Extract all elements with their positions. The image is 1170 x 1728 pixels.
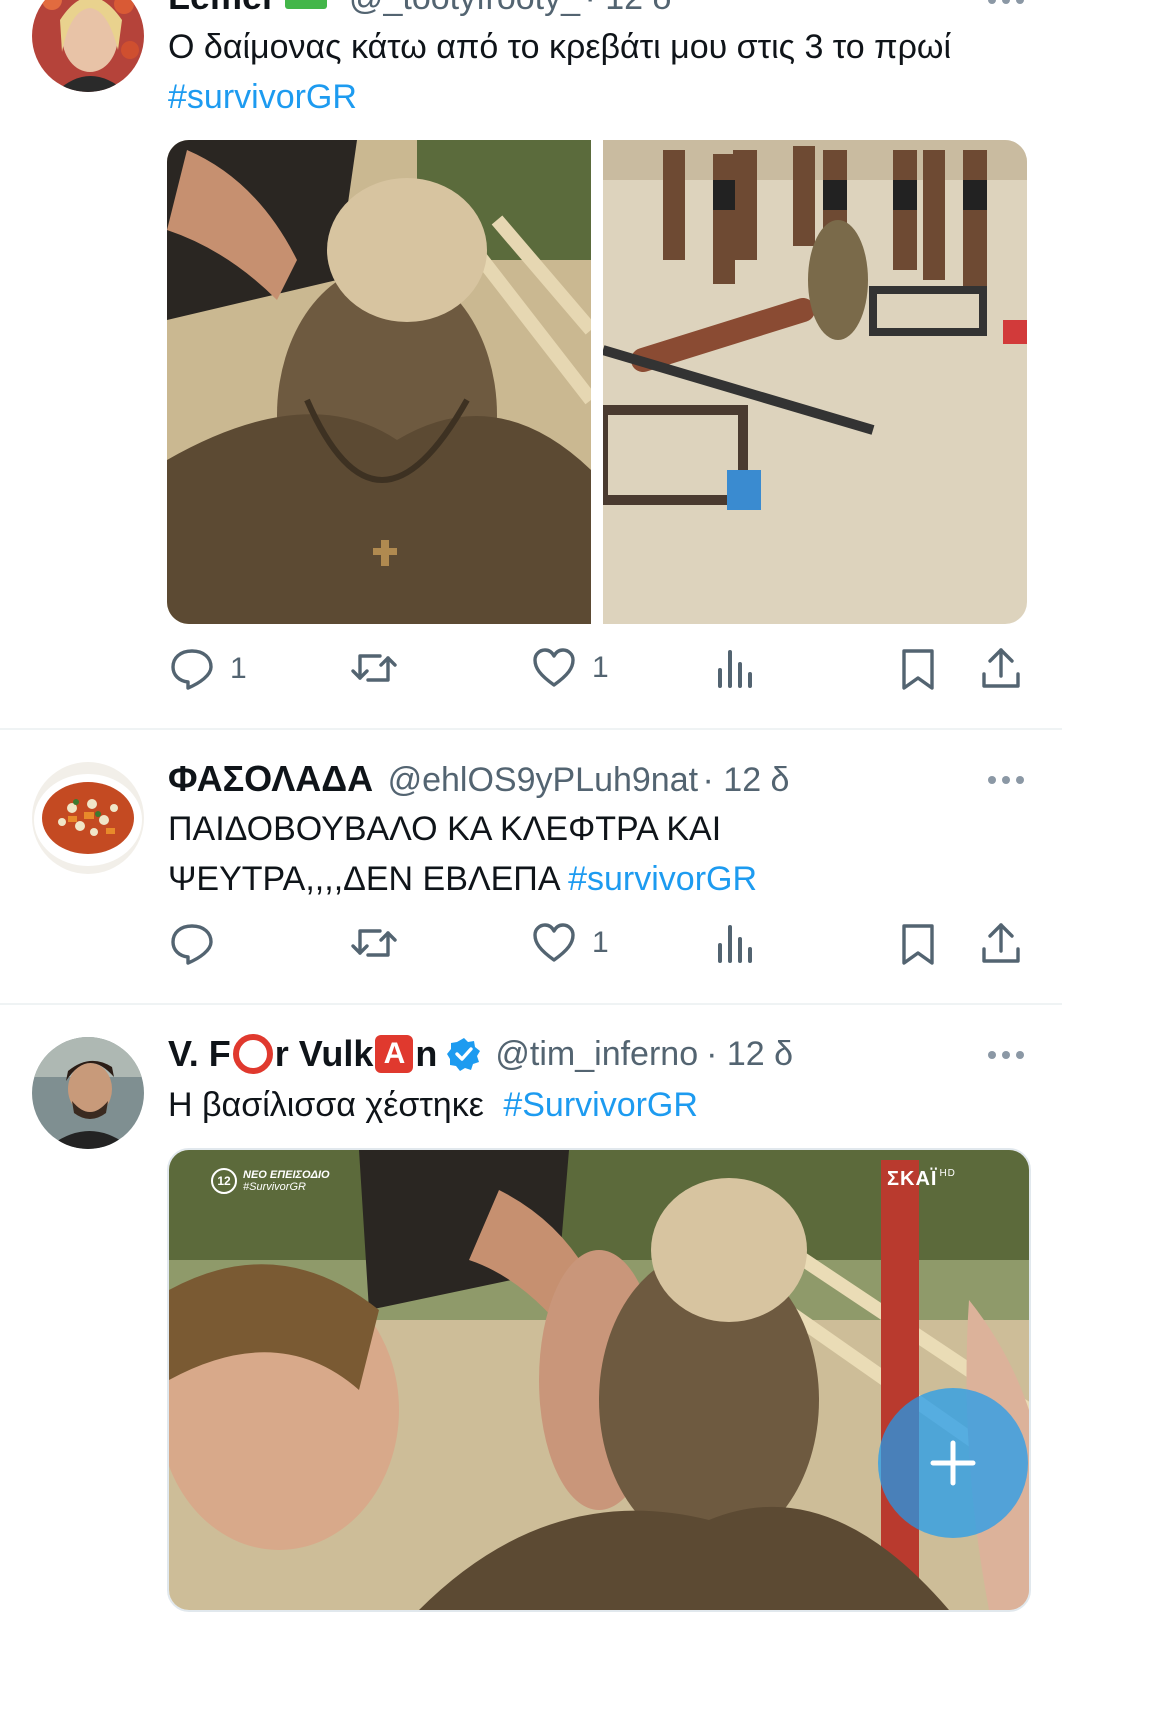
tweet-body-line1: ΠΑΙΔΟΒΟΥΒΑΛΟ ΚΑ ΚΛΕΦΤΡΑ ΚΑΙ (168, 810, 722, 848)
author-handle[interactable]: @_tootyfrooty_ (349, 0, 580, 17)
hashtag-link[interactable]: #survivorGR (168, 78, 357, 116)
hashtag-link[interactable]: #SurvivorGR (503, 1086, 698, 1124)
author-name[interactable]: Lemel (168, 0, 272, 17)
tweet-time[interactable]: · 12 δ (706, 1035, 793, 1074)
red-circle-emoji (232, 1034, 273, 1074)
like-button[interactable]: 1 (532, 648, 609, 688)
reply-icon (171, 924, 213, 965)
author-row: V. F r Vulk A n @tim_inferno · 12 δ (168, 1033, 793, 1075)
reply-button[interactable]: 1 (170, 648, 247, 690)
views-icon (718, 925, 752, 963)
video-frame (169, 1150, 1029, 1610)
compose-fab[interactable] (878, 1388, 1028, 1538)
author-row: ΦΑΣΟΛΑΔΑ @ehlOS9yPLuh9nat · 12 δ (168, 758, 789, 800)
tweet-text: Ο δαίμονας κάτω από το κρεβάτι μου στις … (168, 22, 1008, 122)
tweet-body: Ο δαίμονας κάτω από το κρεβάτι μου στις … (168, 28, 952, 66)
hashtag-link[interactable]: #survivorGR (568, 860, 757, 898)
share-icon (982, 923, 1020, 963)
video-overlay-line2: #SurvivorGR (243, 1181, 306, 1193)
more-options-icon[interactable] (988, 1051, 1024, 1059)
channel-hd: HD (939, 1168, 956, 1179)
video-overlay-line1: ΝΕΟ ΕΠΕΙΣΟΔΙΟ (243, 1169, 330, 1181)
author-name-part3[interactable]: n (415, 1033, 437, 1075)
verified-badge-icon (447, 1038, 481, 1071)
reply-count: 1 (230, 652, 247, 685)
tweet-body-line2-row: ΨΕΥΤΡΑ,,,,ΔΕΝ ΕΒΛΕΠΑ #survivorGR (168, 854, 1008, 904)
reply-button[interactable] (170, 923, 214, 965)
tweet-time[interactable]: · 12 δ (584, 0, 671, 17)
tweet-body: Η βασίλισσα χέστηκε (168, 1086, 484, 1124)
heart-icon (533, 648, 575, 687)
retweet-icon (351, 929, 397, 957)
channel-name: ΣΚΑΪ (887, 1168, 938, 1190)
views-icon (718, 650, 752, 688)
avatar[interactable] (32, 1037, 144, 1149)
author-handle[interactable]: @ehlOS9yPLuh9nat (388, 761, 699, 799)
bookmark-button[interactable] (900, 923, 936, 967)
heart-icon (533, 923, 575, 962)
share-button[interactable] (980, 646, 1022, 690)
views-button[interactable] (716, 923, 756, 965)
share-icon (982, 648, 1020, 688)
retweet-button[interactable] (350, 923, 398, 963)
avatar[interactable] (32, 762, 144, 874)
tweet-divider (0, 1003, 1062, 1005)
views-button[interactable] (716, 648, 756, 690)
flag-emoji (284, 0, 327, 9)
author-name[interactable]: ΦΑΣΟΛΑΔΑ (168, 758, 373, 799)
avatar[interactable] (32, 0, 144, 92)
bookmark-button[interactable] (900, 648, 936, 692)
reply-icon (171, 649, 213, 690)
author-row: Lemel @_tootyfrooty_ · 12 δ (168, 0, 671, 18)
like-count: 1 (592, 651, 609, 684)
retweet-button[interactable] (350, 648, 398, 688)
tweet-text: Η βασίλισσα χέστηκε #SurvivorGR (168, 1080, 1008, 1130)
tweet-divider (0, 728, 1062, 730)
like-count: 1 (592, 926, 609, 959)
tweet-body-line2: ΨΕΥΤΡΑ,,,,ΔΕΝ ΕΒΛΕΠΑ (168, 860, 559, 898)
a-button-emoji: A (375, 1035, 414, 1073)
more-options-icon[interactable] (988, 776, 1024, 784)
tweet-video[interactable]: 12 ΝΕΟ ΕΠΕΙΣΟΔΙΟ #SurvivorGR ΣΚΑΪ HD (167, 1148, 1031, 1612)
author-name-part2[interactable]: r Vulk (275, 1033, 374, 1075)
retweet-icon (351, 654, 397, 682)
channel-logo: ΣΚΑΪ HD (887, 1168, 956, 1191)
like-button[interactable]: 1 (532, 923, 609, 963)
tweet-image-1[interactable] (167, 140, 591, 624)
share-button[interactable] (980, 921, 1022, 965)
tweet-media-grid (167, 140, 1027, 624)
author-handle[interactable]: @tim_inferno (495, 1035, 698, 1074)
bookmark-icon (902, 649, 934, 690)
plus-icon (930, 1440, 976, 1486)
author-name-part1[interactable]: V. F (168, 1033, 231, 1075)
age-rating-badge: 12 (211, 1168, 237, 1194)
video-overlay-text: ΝΕΟ ΕΠΕΙΣΟΔΙΟ #SurvivorGR (243, 1169, 330, 1193)
video-overlay-badge: 12 ΝΕΟ ΕΠΕΙΣΟΔΙΟ #SurvivorGR (211, 1168, 330, 1194)
more-options-icon[interactable] (988, 0, 1024, 4)
tweet-image-2[interactable] (603, 140, 1027, 624)
tweet-text: ΠΑΙΔΟΒΟΥΒΑΛΟ ΚΑ ΚΛΕΦΤΡΑ ΚΑΙ ΨΕΥΤΡΑ,,,,ΔΕ… (168, 804, 1008, 904)
tweet-time[interactable]: · 12 δ (703, 761, 790, 799)
bookmark-icon (902, 924, 934, 965)
